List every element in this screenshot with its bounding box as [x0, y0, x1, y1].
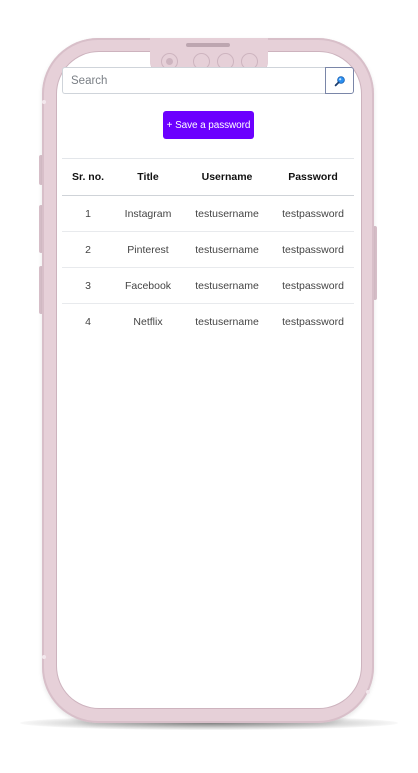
- cell-title: Instagram: [114, 195, 182, 232]
- table-row: 2 Pinterest testusername testpassword: [62, 231, 354, 268]
- search-button[interactable]: [325, 67, 354, 94]
- search-input[interactable]: [62, 67, 326, 94]
- table-row: 1 Instagram testusername testpassword: [62, 195, 354, 232]
- passwords-table: Sr. no. Title Username Password 1 Instag…: [62, 158, 354, 339]
- cell-username: testusername: [182, 267, 272, 304]
- frame-sparkle: [366, 690, 370, 694]
- cell-title: Netflix: [133, 315, 163, 328]
- column-header-username: Username: [182, 158, 272, 196]
- cell-password: testpassword: [272, 231, 354, 268]
- search-icon: [334, 75, 345, 86]
- frame-sparkle: [42, 100, 46, 104]
- phone-screen: [57, 52, 361, 708]
- cell-sr-no: 3: [62, 267, 114, 304]
- column-header-password: Password: [272, 158, 354, 196]
- frame-sparkle: [42, 655, 46, 659]
- cell-sr-no: 2: [62, 231, 114, 268]
- column-header-sr-no: Sr. no.: [62, 158, 114, 196]
- cell-sr-no: 4: [85, 315, 91, 328]
- cell-password: testpassword: [272, 195, 354, 232]
- column-header-title: Title: [114, 158, 182, 196]
- cell-title: Pinterest: [114, 231, 182, 268]
- cell-username: testusername: [182, 231, 272, 268]
- table-row: 4 Netflix testusername testpassword: [62, 304, 354, 340]
- table-header-row: Sr. no. Title Username Password: [62, 158, 354, 196]
- phone-speaker: [186, 43, 230, 47]
- cell-username: testusername: [195, 315, 259, 328]
- save-password-button[interactable]: + Save a password: [163, 111, 254, 139]
- table-row: 3 Facebook testusername testpassword: [62, 267, 354, 304]
- cell-title: Facebook: [114, 267, 182, 304]
- cell-password: testpassword: [272, 267, 354, 304]
- cell-password: testpassword: [282, 315, 344, 328]
- cell-sr-no: 1: [62, 195, 114, 232]
- cell-username: testusername: [182, 195, 272, 232]
